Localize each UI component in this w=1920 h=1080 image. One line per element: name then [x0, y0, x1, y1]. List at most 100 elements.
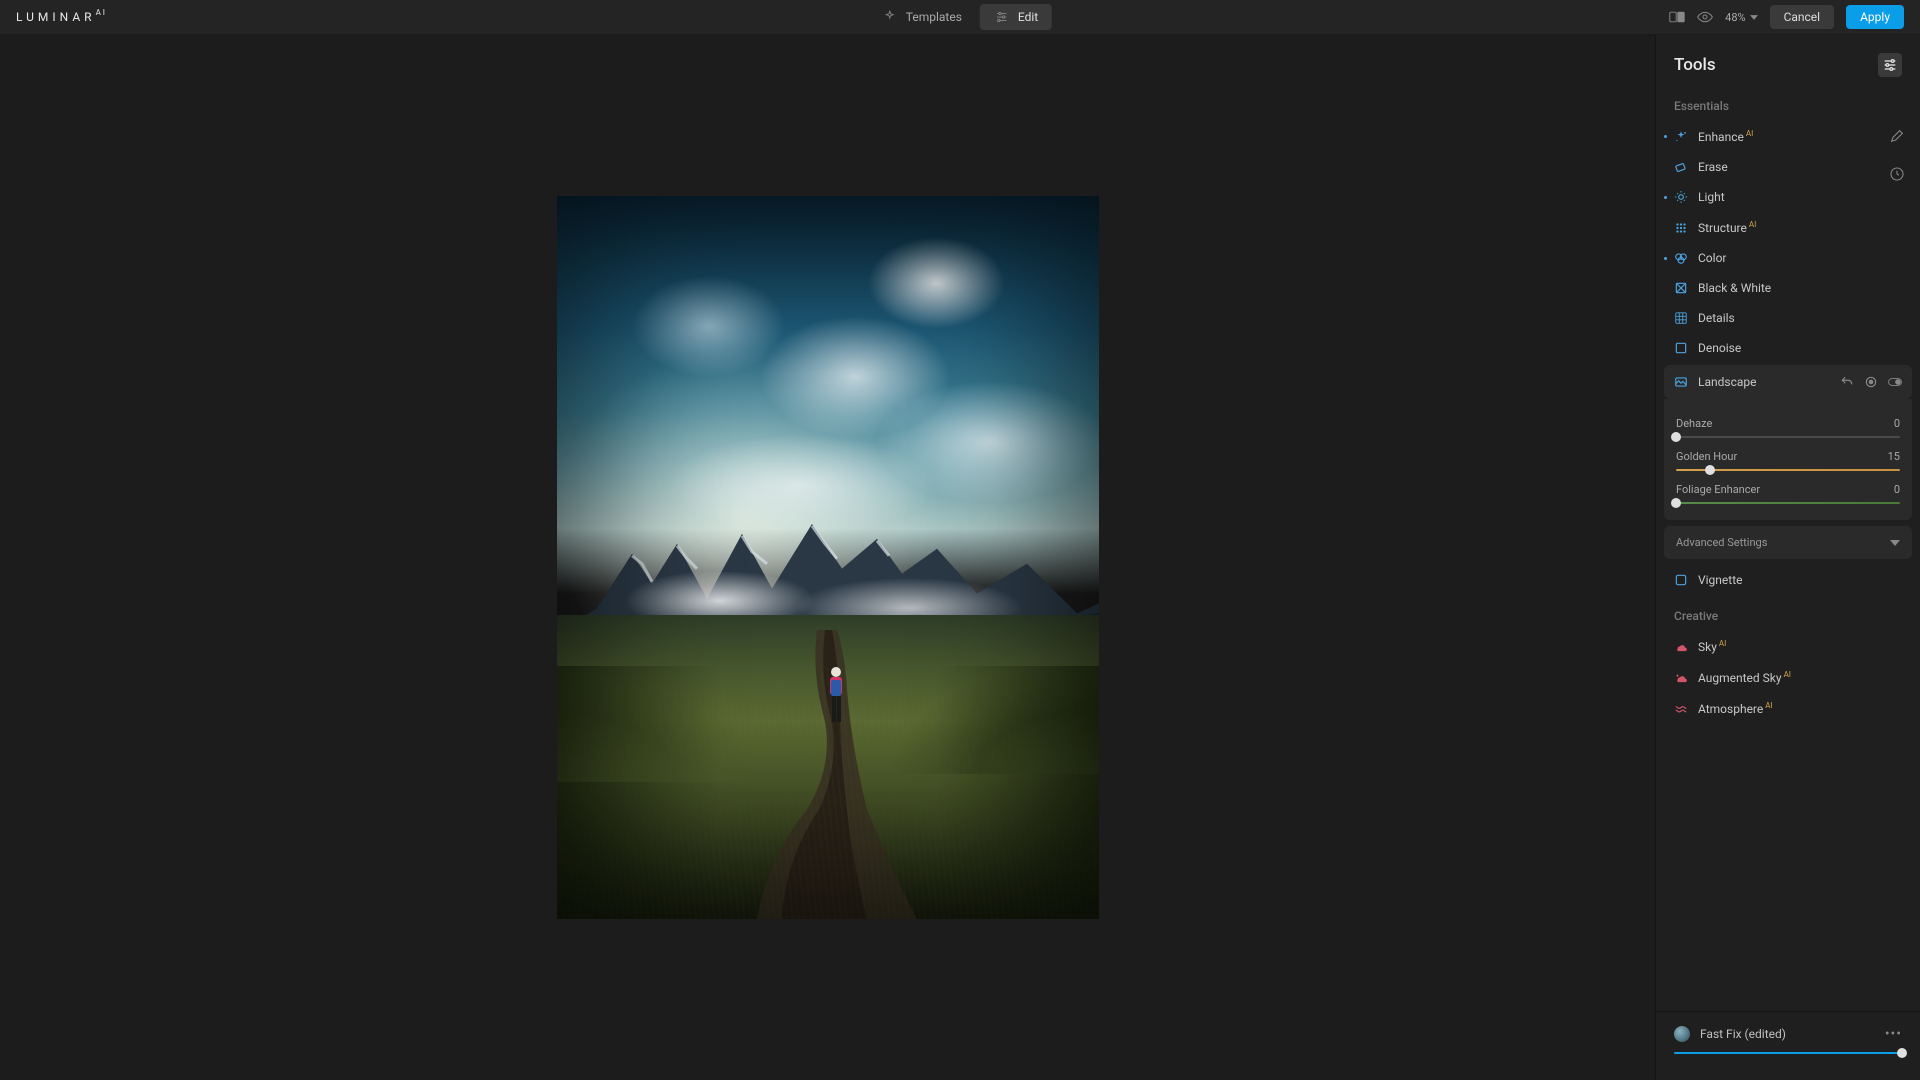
tool-landscape[interactable]: Landscape — [1664, 365, 1912, 399]
canvas[interactable] — [0, 35, 1655, 1080]
zoom-dropdown[interactable]: 48% — [1725, 11, 1757, 24]
photo-preview — [557, 196, 1099, 919]
palette-icon — [1674, 251, 1688, 265]
tool-structure[interactable]: StructureAI — [1656, 212, 1920, 243]
waves-icon — [1674, 702, 1688, 716]
tool-erase[interactable]: Erase — [1656, 152, 1920, 182]
tool-label: Landscape — [1698, 375, 1757, 389]
tool-label: AtmosphereAI — [1698, 701, 1773, 716]
main: Tools Essentials EnhanceAI Erase — [0, 35, 1920, 1080]
logo-text: LUMINAR — [16, 10, 96, 24]
cloud-icon — [1674, 640, 1688, 654]
compare-icon[interactable] — [1669, 9, 1685, 25]
advanced-settings[interactable]: Advanced Settings — [1664, 526, 1912, 559]
creative-label: Creative — [1656, 595, 1920, 631]
landscape-controls — [1840, 375, 1902, 389]
tool-label: Black & White — [1698, 281, 1771, 295]
tool-enhance[interactable]: EnhanceAI — [1656, 121, 1920, 152]
slider-thumb[interactable] — [1671, 432, 1681, 442]
undo-icon[interactable] — [1840, 375, 1854, 389]
tool-sky[interactable]: SkyAI — [1656, 631, 1920, 662]
modified-dot — [1664, 135, 1667, 138]
tool-label: StructureAI — [1698, 220, 1756, 235]
landscape-icon — [1674, 375, 1688, 389]
vignette-icon — [1674, 573, 1688, 587]
preset-bar: Fast Fix (edited) ••• — [1656, 1011, 1920, 1080]
preset-amount-slider[interactable] — [1674, 1052, 1902, 1054]
preset-thumb — [1674, 1026, 1690, 1042]
cloud-plus-icon — [1674, 671, 1688, 685]
app-logo: LUMINARAI — [16, 10, 107, 24]
mask-icon[interactable] — [1864, 375, 1878, 389]
goldenhour-slider: Golden Hour 15 — [1676, 450, 1900, 471]
topbar: LUMINARAI Templates Edit 48% Cancel Appl… — [0, 0, 1920, 35]
panel-title: Tools — [1674, 55, 1716, 75]
zoom-value: 48% — [1725, 11, 1745, 24]
templates-tab[interactable]: Templates — [868, 4, 976, 30]
preset-row: Fast Fix (edited) ••• — [1674, 1026, 1902, 1042]
tool-label: SkyAI — [1698, 639, 1726, 654]
tool-label: Color — [1698, 251, 1726, 265]
sparkle-icon — [882, 9, 898, 25]
tool-light[interactable]: Light — [1656, 182, 1920, 212]
preset-more-icon[interactable]: ••• — [1885, 1030, 1902, 1038]
foliage-slider: Foliage Enhancer 0 — [1676, 483, 1900, 504]
landscape-body: Dehaze 0 Golden Hour 15 Foliage Enhancer 0 — [1664, 399, 1912, 520]
tool-color[interactable]: Color — [1656, 243, 1920, 273]
essentials-label: Essentials — [1656, 85, 1920, 121]
slider-label: Golden Hour — [1676, 450, 1737, 463]
templates-label: Templates — [906, 10, 962, 24]
cancel-button[interactable]: Cancel — [1770, 5, 1835, 29]
tool-label: EnhanceAI — [1698, 129, 1753, 144]
tools-panel: Tools Essentials EnhanceAI Erase — [1655, 35, 1920, 1080]
toggle-icon[interactable] — [1888, 375, 1902, 389]
apply-button[interactable]: Apply — [1846, 5, 1904, 29]
slider-track[interactable] — [1676, 436, 1900, 438]
tool-details[interactable]: Details — [1656, 303, 1920, 333]
slider-label: Dehaze — [1676, 417, 1712, 430]
tool-label: Details — [1698, 311, 1735, 325]
slider-track[interactable] — [1676, 469, 1900, 471]
tool-denoise[interactable]: Denoise — [1656, 333, 1920, 363]
logo-ai: AI — [96, 8, 107, 17]
slider-label: Foliage Enhancer — [1676, 483, 1760, 496]
slider-thumb[interactable] — [1671, 498, 1681, 508]
slider-value: 15 — [1888, 450, 1900, 463]
tool-label: Erase — [1698, 160, 1728, 174]
erase-icon — [1674, 160, 1688, 174]
slider-value: 0 — [1894, 417, 1900, 430]
tool-label: Augmented SkyAI — [1698, 670, 1791, 685]
grid-icon — [1674, 221, 1688, 235]
sun-icon — [1674, 190, 1688, 204]
sliders-icon — [994, 9, 1010, 25]
panel-sliders-button[interactable] — [1878, 53, 1902, 77]
dehaze-slider: Dehaze 0 — [1676, 417, 1900, 438]
slider-thumb[interactable] — [1705, 465, 1715, 475]
essentials-list: EnhanceAI Erase Light StructureAI Color — [1656, 121, 1920, 595]
tool-bw[interactable]: Black & White — [1656, 273, 1920, 303]
tool-label: Denoise — [1698, 341, 1741, 355]
slider-thumb[interactable] — [1897, 1048, 1907, 1058]
eye-icon[interactable] — [1697, 9, 1713, 25]
edit-tab[interactable]: Edit — [980, 4, 1052, 30]
bw-icon — [1674, 281, 1688, 295]
chevron-down-icon — [1890, 540, 1900, 546]
tool-label: Vignette — [1698, 573, 1743, 587]
topbar-right: 48% Cancel Apply — [1669, 5, 1904, 29]
tool-atmosphere[interactable]: AtmosphereAI — [1656, 693, 1920, 724]
slider-value: 0 — [1894, 483, 1900, 496]
advanced-label: Advanced Settings — [1676, 536, 1767, 549]
denoise-icon — [1674, 341, 1688, 355]
tool-vignette[interactable]: Vignette — [1656, 565, 1920, 595]
tool-label: Light — [1698, 190, 1725, 204]
topbar-mode-switch: Templates Edit — [868, 4, 1052, 30]
preset-name: Fast Fix (edited) — [1700, 1027, 1786, 1041]
tool-augmented-sky[interactable]: Augmented SkyAI — [1656, 662, 1920, 693]
sparkle-icon — [1674, 130, 1688, 144]
creative-list: SkyAI Augmented SkyAI AtmosphereAI — [1656, 631, 1920, 724]
edit-label: Edit — [1018, 10, 1038, 24]
slider-track[interactable] — [1676, 502, 1900, 504]
details-icon — [1674, 311, 1688, 325]
panel-header: Tools — [1656, 35, 1920, 85]
modified-dot — [1664, 196, 1667, 199]
